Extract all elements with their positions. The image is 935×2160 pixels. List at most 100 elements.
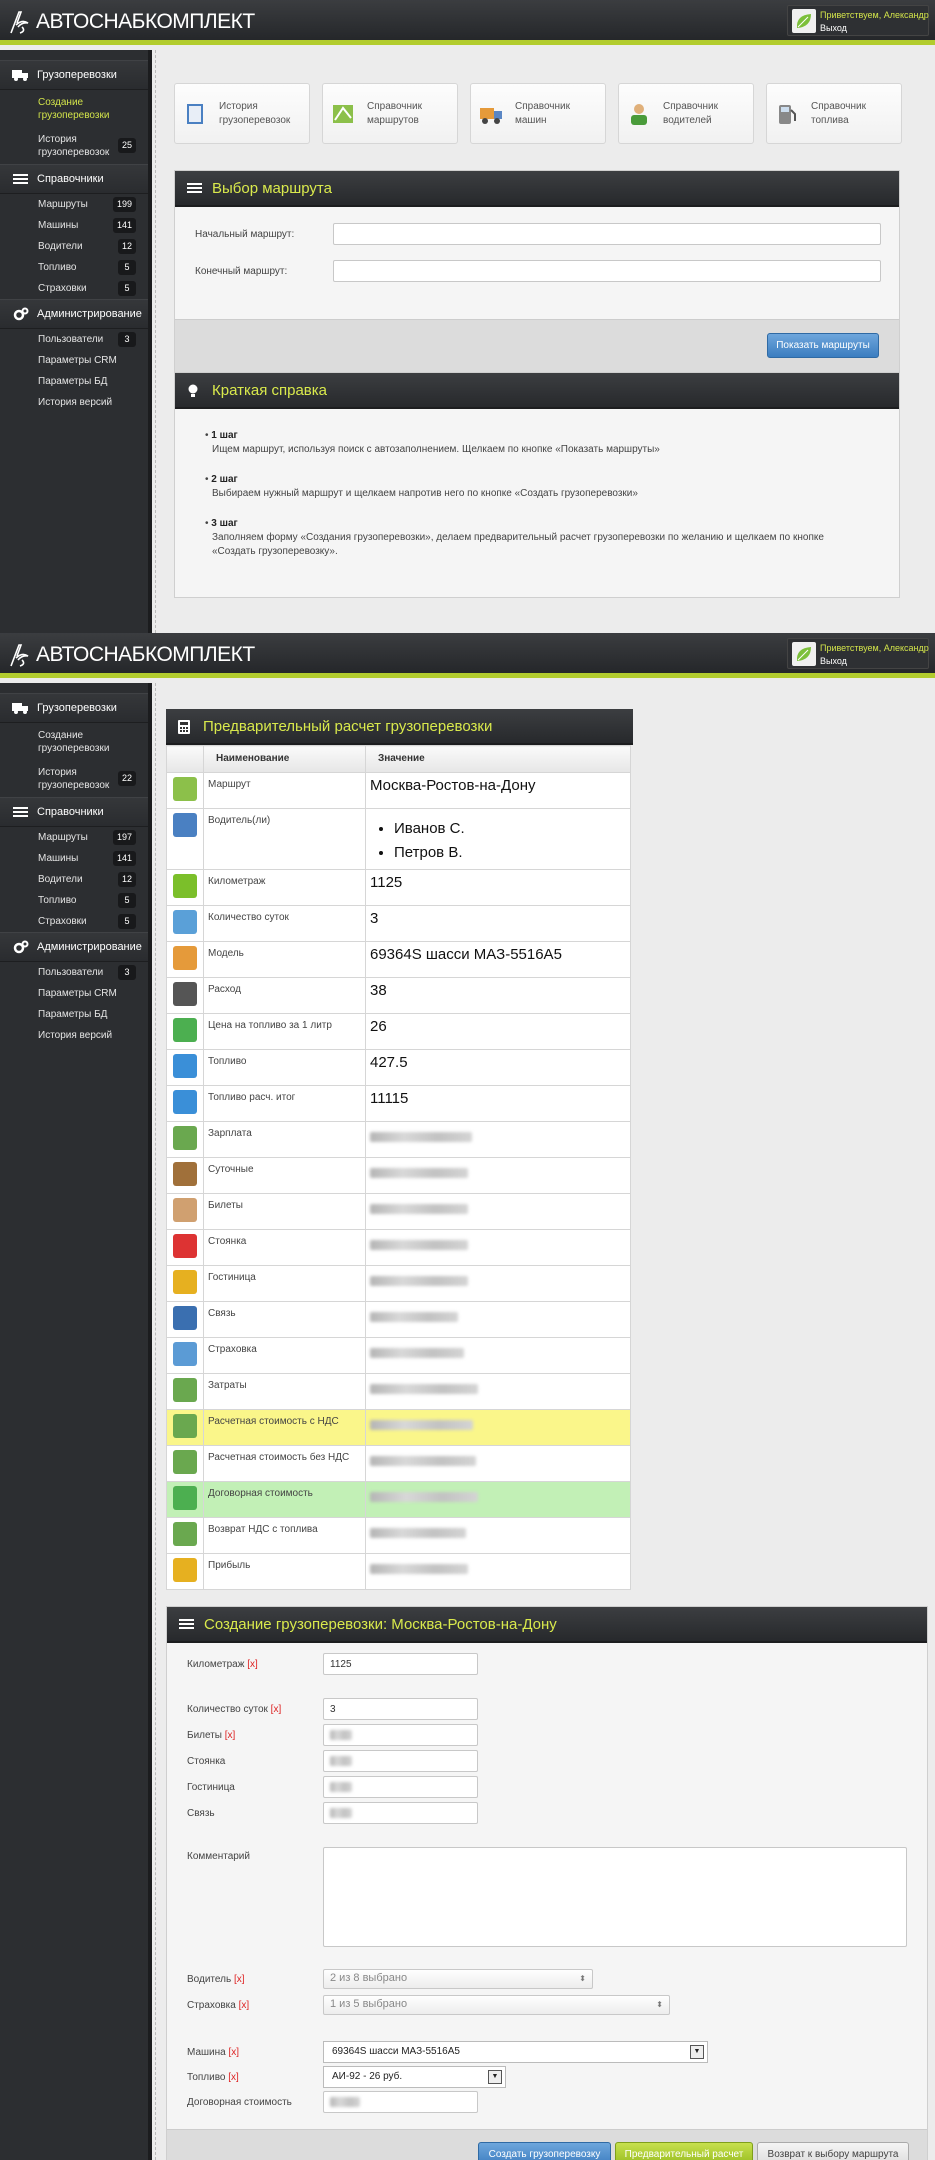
days-input[interactable] xyxy=(323,1698,478,1720)
logout-link[interactable]: Выход xyxy=(820,23,847,33)
start-route-input[interactable] xyxy=(333,223,881,245)
sidebar-item-versions[interactable]: История версий xyxy=(0,392,148,413)
logout-link[interactable]: Выход xyxy=(820,656,847,666)
main-content: История грузоперевозок Справочник маршру… xyxy=(162,50,935,633)
sidebar-item-create[interactable]: Создание грузоперевозки xyxy=(0,723,148,760)
select-value: 1 из 5 выбрано xyxy=(330,1998,408,2010)
sidebar-section-label: Администрирование xyxy=(37,308,142,320)
panel-title: Предварительный расчет грузоперевозки xyxy=(203,717,493,735)
shortcut-history[interactable]: История грузоперевозок xyxy=(174,83,310,144)
logo[interactable]: АВТОСНАБКОМПЛЕКТ xyxy=(8,642,255,668)
money-icon xyxy=(173,1126,197,1150)
select-value: АИ-92 - 26 руб. xyxy=(332,2071,403,2082)
sidebar-item-fuel[interactable]: Топливо 5 xyxy=(0,890,148,911)
driver-multiselect[interactable]: 2 из 8 выбрано ⬍ xyxy=(323,1969,593,1989)
row-value: Иванов С.Петров В. xyxy=(365,808,631,870)
back-to-routes-button[interactable]: Возврат к выбору маршрута xyxy=(757,2142,909,2160)
row-name: Цена на топливо за 1 литр xyxy=(203,1013,366,1050)
sidebar-item-crm[interactable]: Параметры CRM xyxy=(0,983,148,1004)
create-cargo-button[interactable]: Создать грузоперевозку xyxy=(478,2142,611,2160)
sidebar-item-routes[interactable]: Маршруты 197 xyxy=(0,827,148,848)
redacted-value xyxy=(370,1132,472,1142)
sidebar-section-cargo[interactable]: Грузоперевозки xyxy=(0,60,148,90)
logo[interactable]: АВТОСНАБКОМПЛЕКТ xyxy=(8,9,255,35)
sidebar-item-label: Создание грузоперевозки xyxy=(38,96,110,121)
sidebar-section-cargo[interactable]: Грузоперевозки xyxy=(0,693,148,723)
sidebar-item-db[interactable]: Параметры БД xyxy=(0,1004,148,1025)
required-marker: [x] xyxy=(224,1729,236,1741)
contract-input[interactable] xyxy=(323,2091,478,2113)
sidebar-item-label: Машины xyxy=(38,220,79,231)
tickets-row: Билеты [x] xyxy=(187,1724,478,1746)
table-row: Километраж 1125 xyxy=(166,869,631,906)
sidebar-item-create[interactable]: Создание грузоперевозки xyxy=(0,90,148,127)
shortcut-routes[interactable]: Справочник маршрутов xyxy=(322,83,458,144)
sidebar-section-admin[interactable]: Администрирование xyxy=(0,932,148,962)
sidebar-item-cars[interactable]: Машины 141 xyxy=(0,848,148,869)
table-row: Расход 38 xyxy=(166,977,631,1014)
comm-input[interactable] xyxy=(323,1802,478,1824)
row-name: Топливо xyxy=(203,1049,366,1086)
comm-row: Связь xyxy=(187,1802,478,1824)
end-route-input[interactable] xyxy=(333,260,881,282)
sidebar-item-insurance[interactable]: Страховки 5 xyxy=(0,278,148,299)
sidebar-item-routes[interactable]: Маршруты 199 xyxy=(0,194,148,215)
divider xyxy=(155,50,156,633)
sidebar-item-history[interactable]: История грузоперевозок 25 xyxy=(0,127,148,164)
show-routes-button[interactable]: Показать маршруты xyxy=(767,333,879,358)
truck-icon xyxy=(12,701,29,715)
sidebar-item-label: Машины xyxy=(38,853,79,864)
sidebar-item-label: Страховки xyxy=(38,916,87,927)
sidebar-item-label: Пользователи xyxy=(38,334,104,345)
count-badge: 12 xyxy=(117,872,136,887)
fuel-select[interactable]: АИ-92 - 26 руб. ▼ xyxy=(323,2066,506,2088)
hotel-input[interactable] xyxy=(323,1776,478,1798)
sidebar-item-versions[interactable]: История версий xyxy=(0,1025,148,1046)
sidebar-item-users[interactable]: Пользователи 3 xyxy=(0,962,148,983)
row-value xyxy=(365,1553,631,1590)
parking-input[interactable] xyxy=(323,1750,478,1772)
sidebar-item-crm[interactable]: Параметры CRM xyxy=(0,350,148,371)
tickets-input[interactable] xyxy=(323,1724,478,1746)
shortcut-fuel[interactable]: Справочник топлива xyxy=(766,83,902,144)
sidebar-item-users[interactable]: Пользователи 3 xyxy=(0,329,148,350)
sidebar-item-insurance[interactable]: Страховки 5 xyxy=(0,911,148,932)
row-value: 26 xyxy=(365,1013,631,1050)
preliminary-calc-button[interactable]: Предварительный расчет xyxy=(615,2142,753,2160)
dropdown-arrow-icon[interactable]: ▼ xyxy=(488,2070,502,2084)
row-value xyxy=(365,1517,631,1554)
sidebar-section-label: Грузоперевозки xyxy=(37,69,117,81)
main-content: Предварительный расчет грузоперевозки На… xyxy=(162,683,935,2160)
select-value: 69364S шасси МАЗ-5516А5 xyxy=(332,2046,460,2057)
row-name: Зарплата xyxy=(203,1121,366,1158)
greeting-text: Приветствуем, Александр xyxy=(820,643,929,653)
column-header-name: Наименование xyxy=(203,745,366,773)
shortcut-drivers[interactable]: Справочник водителей xyxy=(618,83,754,144)
dropdown-arrow-icon[interactable]: ▼ xyxy=(690,2045,704,2059)
sidebar-item-label: История версий xyxy=(38,397,113,408)
sidebar-item-history[interactable]: История грузоперевозок 22 xyxy=(0,760,148,797)
car-select[interactable]: 69364S шасси МАЗ-5516А5 ▼ xyxy=(323,2041,708,2063)
sidebar-item-drivers[interactable]: Водители 12 xyxy=(0,236,148,257)
sidebar-item-db[interactable]: Параметры БД xyxy=(0,371,148,392)
sidebar-item-label: История грузоперевозок xyxy=(38,766,110,791)
table-header-row: Наименование Значение xyxy=(166,745,631,773)
sidebar-section-refs[interactable]: Справочники xyxy=(0,797,148,827)
shortcut-label: Справочник маршрутов xyxy=(367,100,422,126)
panel-footer: Создать грузоперевозку Предварительный р… xyxy=(167,2129,927,2160)
row-icon-cell xyxy=(166,1121,204,1158)
comment-textarea[interactable] xyxy=(323,1847,907,1947)
km-input[interactable] xyxy=(323,1653,478,1675)
redacted-value xyxy=(370,1168,468,1178)
sidebar-section-admin[interactable]: Администрирование xyxy=(0,299,148,329)
sidebar-item-drivers[interactable]: Водители 12 xyxy=(0,869,148,890)
row-icon-cell xyxy=(166,1445,204,1482)
sidebar-item-cars[interactable]: Машины 141 xyxy=(0,215,148,236)
insurance-multiselect[interactable]: 1 из 5 выбрано ⬍ xyxy=(323,1995,670,2015)
icon-header xyxy=(166,745,204,773)
route-select-panel: Выбор маршрута Начальный маршрут: Конечн… xyxy=(174,170,900,375)
sidebar-item-label: Параметры CRM xyxy=(38,355,117,366)
sidebar-section-refs[interactable]: Справочники xyxy=(0,164,148,194)
sidebar-item-fuel[interactable]: Топливо 5 xyxy=(0,257,148,278)
shortcut-cars[interactable]: Справочник машин xyxy=(470,83,606,144)
